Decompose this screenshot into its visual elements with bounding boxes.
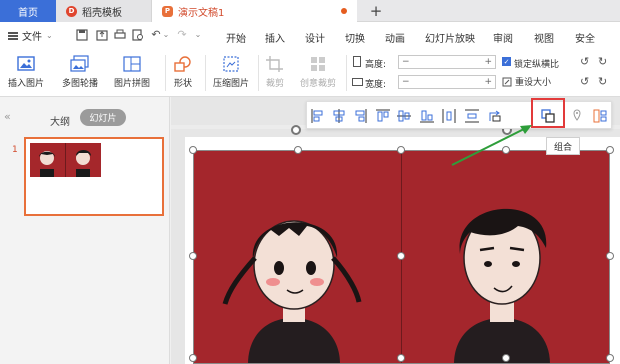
annotation-arrow (451, 125, 532, 166)
